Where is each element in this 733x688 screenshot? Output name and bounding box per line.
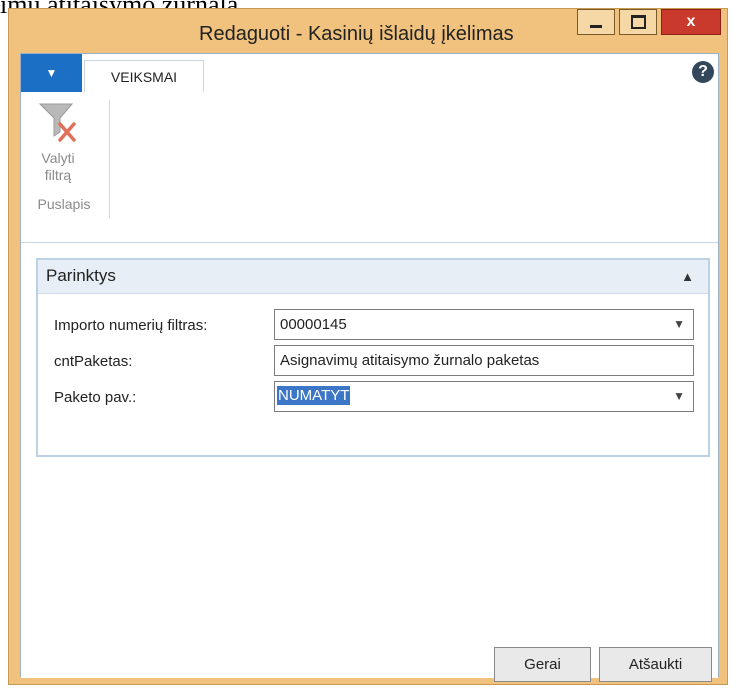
clear-filter-label-line1: Valyti	[41, 150, 75, 166]
fasttab-title: Parinktys	[46, 266, 116, 285]
ribbon-separator	[109, 100, 110, 218]
ribbon-group-label: Puslapis	[37, 196, 91, 212]
dialog-client-area: ▼ VEIKSMAI ? Valyti filtrą Puslapis Pari…	[20, 53, 719, 682]
help-icon[interactable]: ?	[692, 61, 714, 83]
batch-value: Asignavimų atitaisymo žurnalo paketas	[280, 352, 540, 369]
batch-name-field[interactable]: NUMATYT ▼	[274, 381, 694, 412]
dialog-window: Redaguoti - Kasinių išlaidų įkėlimas x ▼…	[8, 8, 728, 685]
import-number-filter-label: Importo numerių filtras:	[54, 317, 208, 334]
cancel-button[interactable]: Atšaukti	[599, 647, 712, 682]
clear-filter-icon	[38, 103, 76, 142]
ribbon-body: Valyti filtrą Puslapis	[21, 92, 718, 243]
minimize-button[interactable]	[577, 9, 615, 35]
chevron-down-icon[interactable]: ▼	[673, 317, 685, 331]
ok-button[interactable]: Gerai	[494, 647, 591, 682]
import-number-filter-field[interactable]: 00000145 ▼	[274, 309, 694, 340]
minimize-icon	[590, 24, 602, 28]
title-bar[interactable]: Redaguoti - Kasinių išlaidų įkėlimas x	[9, 9, 727, 53]
clear-filter-label-line2: filtrą	[44, 167, 72, 183]
fasttab-header[interactable]: Parinktys ▲	[38, 260, 708, 294]
batch-label: cntPaketas:	[54, 353, 133, 370]
batch-name-label: Paketo pav.:	[54, 389, 137, 406]
application-menu-button[interactable]: ▼	[21, 54, 82, 92]
tab-actions[interactable]: VEIKSMAI	[84, 60, 204, 93]
maximize-button[interactable]	[619, 9, 657, 35]
clear-filter-button[interactable]: Valyti filtrą	[23, 98, 93, 188]
clear-filter-label: Valyti filtrą	[28, 150, 88, 184]
import-number-filter-value: 00000145	[280, 316, 347, 333]
chevron-down-icon: ▼	[45, 66, 58, 80]
batch-name-value: NUMATYT	[277, 386, 351, 405]
maximize-icon	[630, 15, 646, 29]
chevron-up-icon[interactable]: ▲	[681, 269, 694, 284]
close-icon: x	[686, 13, 696, 30]
chevron-down-icon[interactable]: ▼	[673, 389, 685, 403]
ribbon-tab-bar: ▼ VEIKSMAI ?	[21, 54, 718, 93]
page-content: Parinktys ▲ Importo numerių filtras: 000…	[21, 243, 718, 682]
batch-field[interactable]: Asignavimų atitaisymo žurnalo paketas	[274, 345, 694, 376]
options-fasttab: Parinktys ▲ Importo numerių filtras: 000…	[36, 258, 710, 457]
window-title: Redaguoti - Kasinių išlaidų įkėlimas	[199, 23, 514, 45]
close-button[interactable]: x	[661, 9, 721, 35]
